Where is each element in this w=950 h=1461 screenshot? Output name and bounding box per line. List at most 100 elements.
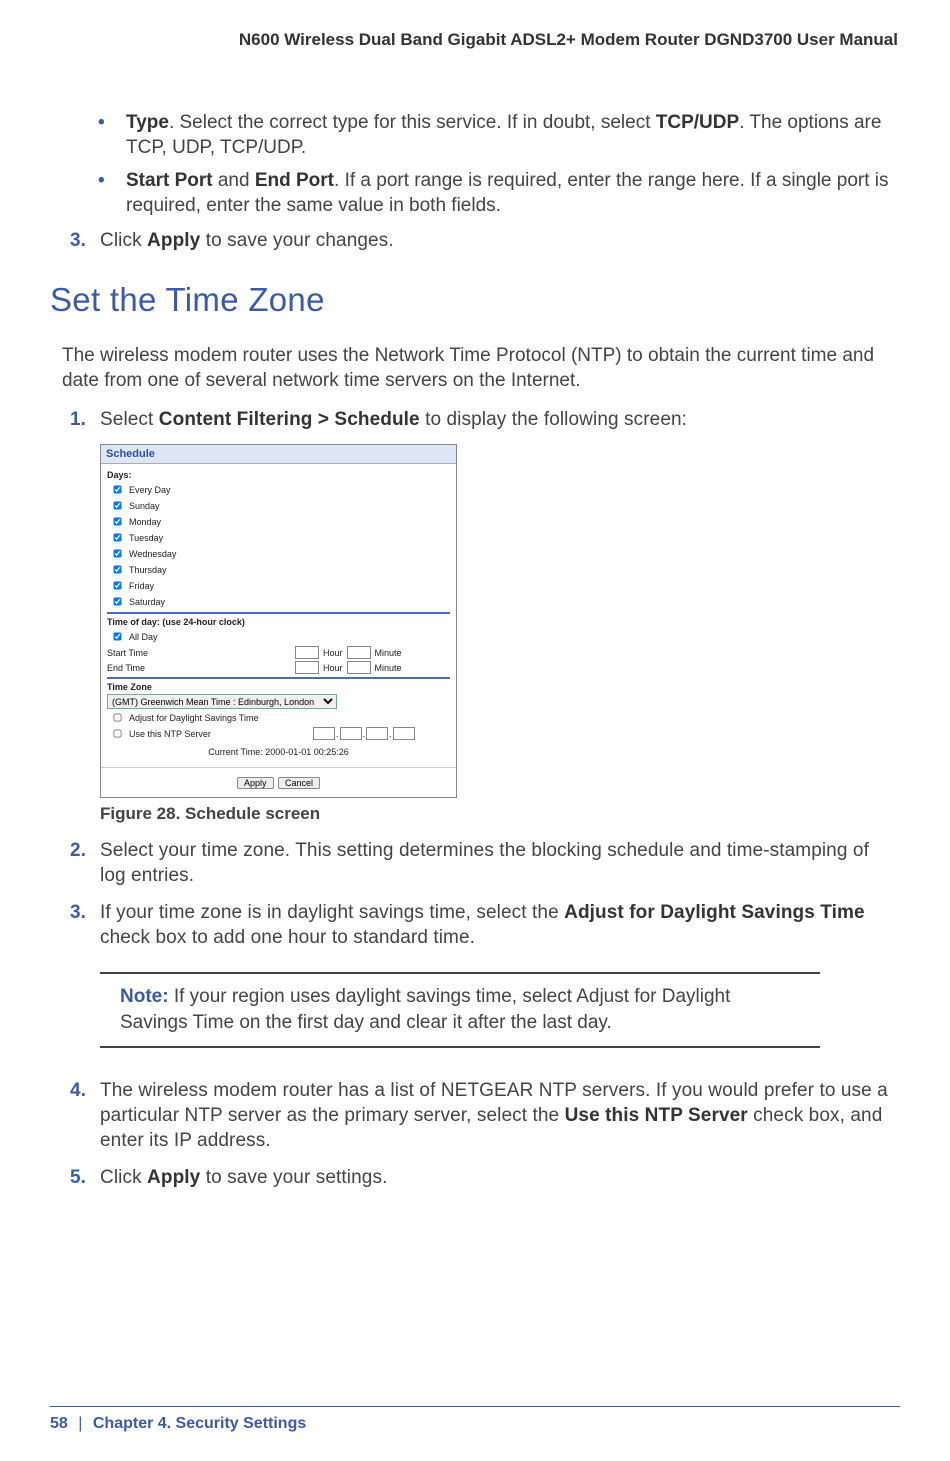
divider: [107, 677, 450, 679]
apply-button[interactable]: Apply: [237, 777, 274, 789]
checkbox-saturday[interactable]: [113, 597, 121, 605]
allday-row: All Day: [107, 629, 450, 644]
checkbox-use-ntp[interactable]: [113, 729, 121, 737]
bold-type: Type: [126, 112, 169, 133]
allday-label: All Day: [129, 632, 158, 642]
day-row: Saturday: [107, 594, 450, 609]
schedule-screenshot: Schedule Days: Every Day Sunday Monday T…: [100, 444, 457, 798]
checkbox-thursday[interactable]: [113, 565, 121, 573]
checkbox-friday[interactable]: [113, 581, 121, 589]
bullet-item-type: • Type. Select the correct type for this…: [98, 110, 892, 160]
ip-octet-3[interactable]: [366, 727, 388, 740]
checkbox-tuesday[interactable]: [113, 533, 121, 541]
step-text: Click Apply to save your changes.: [100, 228, 394, 253]
day-label: Every Day: [129, 485, 171, 495]
day-label: Friday: [129, 581, 154, 591]
hour-label: Hour: [323, 663, 343, 673]
text: check box to add one hour to standard ti…: [100, 927, 475, 948]
checkbox-monday[interactable]: [113, 517, 121, 525]
day-row: Friday: [107, 578, 450, 593]
day-label: Monday: [129, 517, 161, 527]
checkbox-allday[interactable]: [113, 632, 121, 640]
start-hour-input[interactable]: [295, 646, 319, 659]
note-label: Note:: [120, 986, 169, 1007]
start-time-row: Start Time Hour Minute: [107, 646, 450, 659]
step-text: If your time zone is in daylight savings…: [100, 900, 892, 950]
checkbox-wednesday[interactable]: [113, 549, 121, 557]
figure-28: Schedule Days: Every Day Sunday Monday T…: [100, 444, 892, 824]
step-2: 2. Select your time zone. This setting d…: [70, 838, 892, 888]
adjust-label: Adjust for Daylight Savings Time: [129, 713, 259, 723]
screenshot-title: Schedule: [101, 445, 456, 464]
step-number: 2.: [70, 838, 100, 888]
step-number: 3.: [70, 900, 100, 950]
step-text: Select Content Filtering > Schedule to d…: [100, 407, 687, 432]
ip-octet-1[interactable]: [313, 727, 335, 740]
checkbox-everyday[interactable]: [113, 485, 121, 493]
tod-label: Time of day: (use 24-hour clock): [107, 617, 450, 627]
start-time-label: Start Time: [107, 648, 207, 658]
day-row: Sunday: [107, 498, 450, 513]
step-number: 4.: [70, 1078, 100, 1153]
page-footer: 58 | Chapter 4. Security Settings: [50, 1406, 900, 1433]
step-text: Click Apply to save your settings.: [100, 1165, 387, 1190]
days-label: Days:: [107, 470, 450, 480]
manual-title: N600 Wireless Dual Band Gigabit ADSL2+ M…: [50, 30, 900, 50]
bullet-list: • Type. Select the correct type for this…: [98, 110, 892, 218]
step-1: 1. Select Content Filtering > Schedule t…: [70, 407, 892, 432]
step-3: 3. If your time zone is in daylight savi…: [70, 900, 892, 950]
bullet-marker: •: [98, 110, 126, 160]
ntp-label: Use this NTP Server: [129, 729, 309, 739]
day-label: Tuesday: [129, 533, 163, 543]
text: . Select the correct type for this servi…: [169, 112, 656, 133]
minute-label: Minute: [375, 663, 402, 673]
note-box: Note: If your region uses daylight savin…: [100, 972, 820, 1048]
note-body: If your region uses daylight savings tim…: [120, 986, 730, 1033]
divider: [107, 612, 450, 614]
footer-separator: |: [72, 1415, 88, 1432]
ip-octet-4[interactable]: [393, 727, 415, 740]
cancel-button[interactable]: Cancel: [278, 777, 320, 789]
step-number: 3.: [70, 228, 100, 253]
page: N600 Wireless Dual Band Gigabit ADSL2+ M…: [0, 0, 950, 1461]
bold-tcpudp: TCP/UDP: [656, 112, 739, 133]
text: to display the following screen:: [420, 409, 687, 430]
note-text: Note: If your region uses daylight savin…: [120, 984, 800, 1036]
figure-caption: Figure 28. Schedule screen: [100, 804, 892, 824]
end-minute-input[interactable]: [347, 661, 371, 674]
step-4: 4. The wireless modem router has a list …: [70, 1078, 892, 1153]
day-row: Wednesday: [107, 546, 450, 561]
end-hour-input[interactable]: [295, 661, 319, 674]
step-text: Select your time zone. This setting dete…: [100, 838, 892, 888]
day-label: Thursday: [129, 565, 167, 575]
bold-startport: Start Port: [126, 170, 213, 191]
intro-paragraph: The wireless modem router uses the Netwo…: [62, 343, 892, 393]
end-time-row: End Time Hour Minute: [107, 661, 450, 674]
day-row: Thursday: [107, 562, 450, 577]
bold-use-ntp: Use this NTP Server: [565, 1105, 748, 1126]
checkbox-adjust-dst[interactable]: [113, 713, 121, 721]
page-number: 58: [50, 1415, 68, 1432]
start-minute-input[interactable]: [347, 646, 371, 659]
step-number: 1.: [70, 407, 100, 432]
text: to save your settings.: [200, 1167, 387, 1188]
day-label: Saturday: [129, 597, 165, 607]
bullet-item-ports: • Start Port and End Port. If a port ran…: [98, 168, 892, 218]
ntp-ip-group: ...: [313, 727, 415, 740]
hour-label: Hour: [323, 648, 343, 658]
step-text: The wireless modem router has a list of …: [100, 1078, 892, 1153]
day-label: Sunday: [129, 501, 160, 511]
day-row: Tuesday: [107, 530, 450, 545]
content-area: • Type. Select the correct type for this…: [50, 110, 900, 1190]
step-3-top: 3. Click Apply to save your changes.: [70, 228, 892, 253]
chapter-label: Chapter 4. Security Settings: [93, 1415, 306, 1432]
bold-adjust-dst: Adjust for Daylight Savings Time: [564, 902, 865, 923]
tz-select[interactable]: (GMT) Greenwich Mean Time : Edinburgh, L…: [107, 694, 337, 709]
checkbox-sunday[interactable]: [113, 501, 121, 509]
ip-octet-2[interactable]: [340, 727, 362, 740]
day-row: Monday: [107, 514, 450, 529]
tz-label: Time Zone: [107, 682, 450, 692]
day-row: Every Day: [107, 482, 450, 497]
step-number: 5.: [70, 1165, 100, 1190]
bullet-text: Type. Select the correct type for this s…: [126, 110, 892, 160]
